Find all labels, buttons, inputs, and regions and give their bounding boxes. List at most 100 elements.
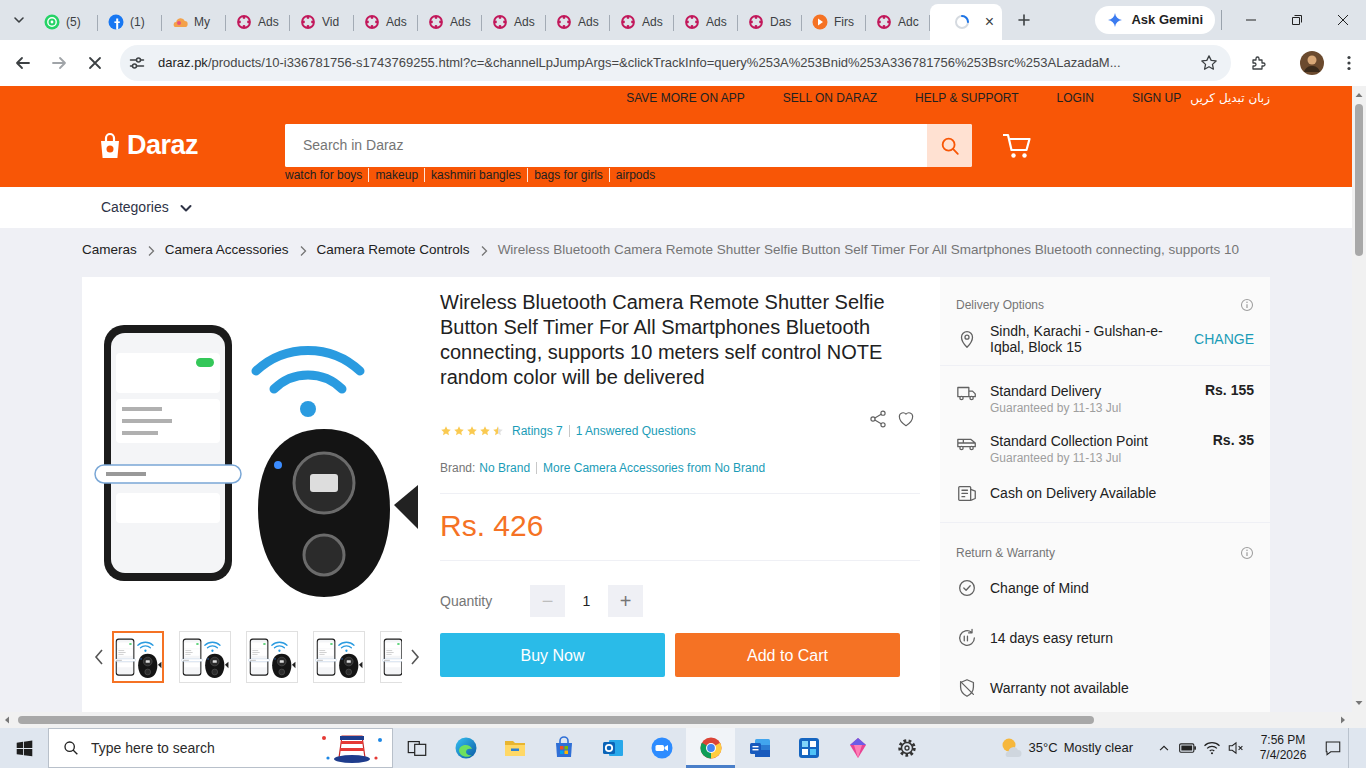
stop-loading-button[interactable] [77, 45, 113, 81]
taskbar-search[interactable] [48, 728, 393, 768]
omnibox[interactable]: daraz.pk/products/10-i336781756-s1743769… [120, 45, 1231, 81]
ratings-link[interactable]: Ratings 7 [512, 424, 563, 438]
thumbnail[interactable] [179, 631, 231, 683]
van-icon [956, 432, 978, 454]
questions-link[interactable]: 1 Answered Questions [576, 424, 696, 438]
product-image[interactable] [92, 287, 422, 617]
clock[interactable]: 7:56 PM 7/4/2026 [1248, 733, 1318, 763]
browser-tab[interactable]: Ads [226, 4, 290, 40]
network-button[interactable] [1200, 728, 1224, 768]
weather-widget[interactable]: 35°C Mostly clear [999, 736, 1133, 760]
scroll-thumb[interactable] [1355, 104, 1363, 256]
header-link[interactable]: زبان تبدیل کریں [1190, 86, 1270, 110]
taskbar-search-input[interactable] [89, 739, 306, 758]
show-desktop-button[interactable] [1348, 728, 1366, 768]
browser-tab[interactable]: (1) [98, 4, 162, 40]
back-button[interactable] [5, 45, 41, 81]
taskbar-app[interactable] [882, 728, 931, 768]
browser-tab[interactable]: Ads [482, 4, 546, 40]
increase-button[interactable]: + [608, 585, 643, 617]
more-from-brand-link[interactable]: More Camera Accessories from No Brand [543, 460, 765, 476]
bookmark-button[interactable] [1195, 49, 1223, 77]
browser-tab[interactable]: Adc [866, 4, 930, 40]
taskbar-app[interactable] [490, 728, 539, 768]
share-button[interactable] [868, 409, 888, 429]
tab-search-button[interactable] [4, 5, 34, 35]
ask-gemini-button[interactable]: Ask Gemini [1095, 6, 1215, 34]
notifications-button[interactable] [1318, 728, 1348, 768]
taskbar-app[interactable] [784, 728, 833, 768]
tab-favicon [620, 14, 636, 30]
browser-tab[interactable]: Vid [290, 4, 354, 40]
search-suggestion[interactable]: watch for boys [285, 168, 368, 182]
task-view-button[interactable] [393, 728, 441, 768]
header-link[interactable]: HELP & SUPPORT [915, 86, 1019, 110]
thumbnail[interactable] [313, 631, 365, 683]
browser-tab[interactable]: Ads [546, 4, 610, 40]
start-button[interactable] [0, 728, 48, 768]
browser-tab[interactable]: × [930, 4, 1002, 40]
taskbar-app[interactable] [735, 728, 784, 768]
taskbar-app[interactable] [686, 728, 735, 768]
breadcrumb-link[interactable]: Camera Accessories [165, 242, 289, 258]
tab-favicon [428, 14, 444, 30]
categories-menu[interactable]: Categories [82, 187, 1270, 228]
restore-button[interactable] [1274, 0, 1320, 40]
taskbar-app[interactable] [539, 728, 588, 768]
breadcrumb-link[interactable]: Cameras [82, 242, 137, 258]
thumbs-next-button[interactable] [408, 631, 422, 683]
horizontal-scrollbar[interactable] [0, 712, 1366, 728]
new-tab-button[interactable] [1010, 6, 1038, 34]
browser-tab[interactable]: Firs [802, 4, 866, 40]
search-suggestion[interactable]: bags for girls [527, 168, 609, 182]
browser-tab[interactable]: Ads [610, 4, 674, 40]
vertical-scrollbar[interactable] [1352, 86, 1366, 712]
taskbar-app[interactable] [441, 728, 490, 768]
header-link[interactable]: SIGN UP [1132, 86, 1181, 110]
browser-tab[interactable]: (5) [34, 4, 98, 40]
site-info-button[interactable] [123, 49, 151, 77]
volume-button[interactable] [1224, 728, 1248, 768]
add-to-cart-button[interactable]: Add to Cart [675, 633, 900, 677]
header-link[interactable]: SELL ON DARAZ [783, 86, 877, 110]
taskbar-app[interactable] [833, 728, 882, 768]
breadcrumb-link[interactable]: Camera Remote Controls [317, 242, 470, 258]
search-suggestion[interactable]: makeup [368, 168, 424, 182]
search-suggestion[interactable]: airpods [609, 168, 661, 182]
scroll-thumb[interactable] [18, 716, 1094, 724]
brand-link[interactable]: No Brand [479, 460, 530, 476]
url-text[interactable]: daraz.pk/products/10-i336781756-s1743769… [158, 55, 1195, 71]
browser-tab[interactable]: Das [738, 4, 802, 40]
search-input[interactable] [285, 124, 927, 167]
change-location-link[interactable]: CHANGE [1194, 331, 1254, 348]
thumbnail[interactable] [246, 631, 298, 683]
browser-tab[interactable]: Ads [674, 4, 738, 40]
thumbnail[interactable] [112, 631, 164, 683]
profile-button[interactable] [1292, 45, 1332, 81]
battery-button[interactable] [1176, 728, 1200, 768]
thumbs-prev-button[interactable] [92, 631, 106, 683]
header-link[interactable]: SAVE MORE ON APP [626, 86, 744, 110]
thumbnail[interactable] [380, 631, 402, 683]
search-button[interactable] [927, 124, 972, 167]
browser-tab[interactable]: Ads [418, 4, 482, 40]
minimize-button[interactable] [1228, 0, 1274, 40]
wishlist-button[interactable] [896, 409, 916, 429]
quantity-value[interactable]: 1 [565, 593, 608, 610]
buy-now-button[interactable]: Buy Now [440, 633, 665, 677]
extensions-button[interactable] [1239, 45, 1279, 81]
forward-button[interactable] [41, 45, 77, 81]
search-suggestion[interactable]: kashmiri bangles [424, 168, 527, 182]
hidden-icons-button[interactable] [1152, 728, 1176, 768]
decrease-button[interactable]: − [530, 585, 565, 617]
cart-button[interactable] [1002, 132, 1032, 160]
taskbar-app[interactable] [588, 728, 637, 768]
browser-tab[interactable]: My [162, 4, 226, 40]
close-window-button[interactable] [1320, 0, 1366, 40]
browser-tab[interactable]: Ads [354, 4, 418, 40]
daraz-logo[interactable]: Daraz [82, 132, 285, 160]
header-link[interactable]: LOGIN [1057, 86, 1094, 110]
close-tab-button[interactable]: × [985, 14, 994, 30]
chrome-menu-button[interactable] [1332, 45, 1366, 81]
taskbar-app[interactable] [637, 728, 686, 768]
